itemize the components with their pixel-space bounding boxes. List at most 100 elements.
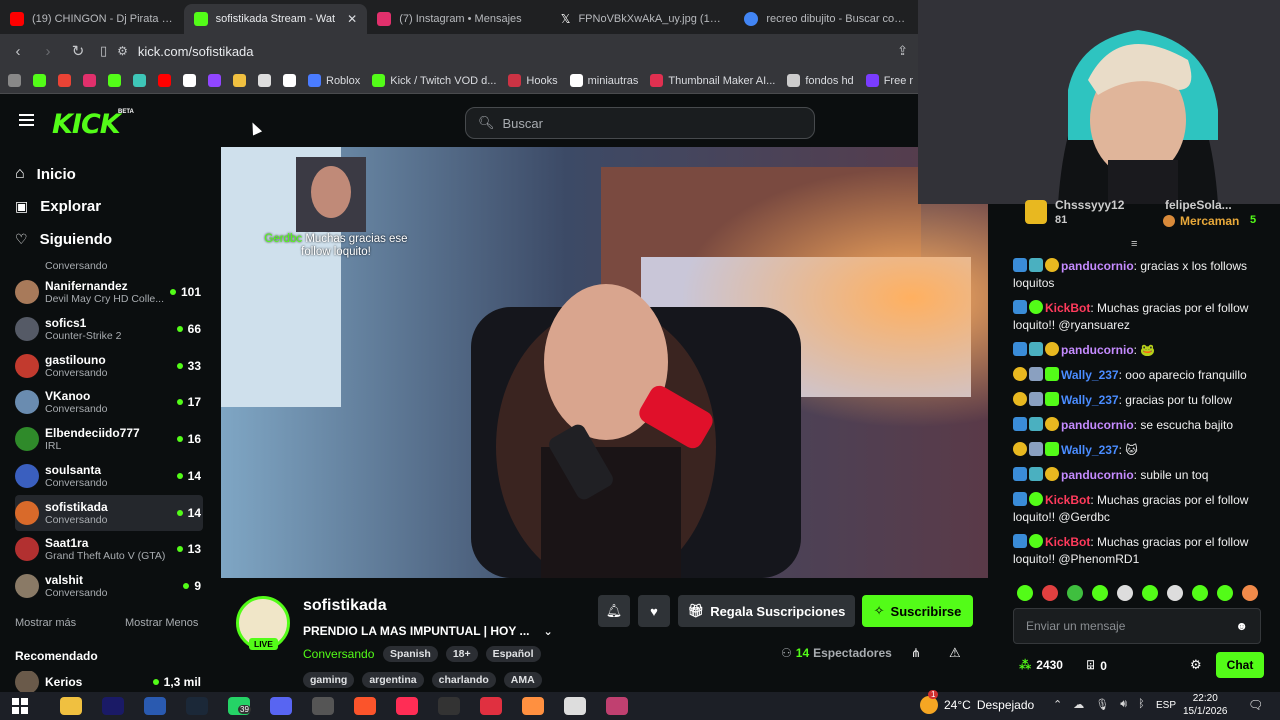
emote-icon[interactable] xyxy=(1242,585,1258,601)
bookmark-icon[interactable]: ▯ xyxy=(100,43,107,59)
browser-tab[interactable]: 𝕏FPNoVBkXwAkA_uy.jpg (1080×7 xyxy=(551,4,735,34)
tag[interactable]: argentina xyxy=(362,672,424,688)
bookmark-item[interactable]: Free r xyxy=(865,74,913,87)
chat-username[interactable]: panducornio xyxy=(1061,418,1134,432)
photoshop-icon[interactable] xyxy=(144,697,166,715)
bookmark-item[interactable]: miniautras xyxy=(569,74,638,87)
nav-inicio[interactable]: ⌂ Inicio xyxy=(15,165,76,183)
bookmark-item[interactable]: Kick / Twitch VOD d... xyxy=(372,74,496,87)
emote-icon[interactable] xyxy=(1067,585,1083,601)
browser-tab[interactable]: recreo dibujito - Buscar con Go xyxy=(734,4,918,34)
sidebar-channel-sofistikada[interactable]: sofistikada Conversando 14 xyxy=(15,494,203,531)
tiktok-icon[interactable] xyxy=(396,697,418,715)
subscribe-button[interactable]: ✧ Suscribirse xyxy=(862,595,973,627)
notify-button[interactable]: 🔔︎ xyxy=(598,595,630,627)
emote-icon[interactable] xyxy=(1017,585,1033,601)
sidebar-channel-nanifernandez[interactable]: Nanifernandez Devil May Cry HD Colle... 10… xyxy=(15,274,203,310)
chat-settings-icon[interactable]: ⚙ xyxy=(1190,657,1202,673)
bookmark-item[interactable] xyxy=(158,74,171,87)
whatsapp-icon[interactable]: 39 xyxy=(228,697,251,715)
tray-icons[interactable]: ⌃ ☁ 🎙︎ 🔊︎ ᛒ xyxy=(1053,698,1145,711)
clock[interactable]: 22:20 15/1/2026 xyxy=(1183,692,1228,718)
nav-explorar[interactable]: ▣ Explorar xyxy=(15,198,101,215)
chat-button[interactable]: Chat xyxy=(1216,652,1264,678)
bookmark-item[interactable] xyxy=(83,74,96,87)
report-icon[interactable]: ⚠ xyxy=(949,645,961,661)
bookmark-item[interactable] xyxy=(33,74,46,87)
app-icon[interactable] xyxy=(606,697,628,715)
forward-icon[interactable]: › xyxy=(40,43,56,60)
category-link[interactable]: Conversando xyxy=(303,647,374,661)
browser-tab[interactable]: (19) CHINGON - Dj Pirata & Tom xyxy=(0,4,184,34)
game-icon[interactable] xyxy=(522,697,544,715)
emote-icon[interactable] xyxy=(1042,585,1058,601)
reload-icon[interactable]: ↻ xyxy=(70,42,86,60)
url-field[interactable]: ▯ ⚙ kick.com/sofistikada xyxy=(100,43,883,59)
emoji-icon[interactable]: ☻ xyxy=(1235,619,1248,633)
nav-siguiendo[interactable]: ♡ Siguiendo xyxy=(15,231,112,248)
menu-icon[interactable] xyxy=(19,114,34,126)
emote-icon[interactable] xyxy=(1142,585,1158,601)
settings-icon[interactable] xyxy=(564,697,586,715)
weather-widget[interactable]: 1 24°C Despejado xyxy=(920,690,1034,714)
share-icon[interactable]: ⋔ xyxy=(911,646,921,660)
bookmark-item[interactable]: Roblox xyxy=(308,74,360,87)
emote-icon[interactable] xyxy=(1167,585,1183,601)
collapse-icon[interactable]: ≡ xyxy=(1131,238,1137,250)
sidebar-channel-sofics1[interactable]: sofics1 Counter-Strike 2 66 xyxy=(15,311,203,347)
bookmark-item[interactable] xyxy=(183,74,196,87)
chat-username[interactable]: Wally_237 xyxy=(1061,368,1119,382)
back-icon[interactable]: ‹ xyxy=(10,43,26,60)
video-player[interactable]: Gerdbc Muchas gracias ese follow loquito… xyxy=(221,147,988,578)
app-icon[interactable] xyxy=(312,697,334,715)
emote-icon[interactable] xyxy=(1092,585,1108,601)
chat-username[interactable]: panducornio xyxy=(1061,259,1134,273)
obs-icon[interactable] xyxy=(438,697,460,715)
chat-input[interactable]: Enviar un mensaje ☻ xyxy=(1013,608,1261,644)
bookmark-item[interactable] xyxy=(258,74,271,87)
show-more-link[interactable]: Mostrar más xyxy=(15,617,76,629)
chevron-down-icon[interactable]: ⌄ xyxy=(543,625,552,638)
chat-username[interactable]: panducornio xyxy=(1061,468,1134,482)
sidebar-channel-saat1ra[interactable]: Saat1ra Grand Theft Auto V (GTA) 13 xyxy=(15,531,203,567)
explorer-icon[interactable] xyxy=(60,697,82,715)
chat-username[interactable]: Wally_237 xyxy=(1061,443,1119,457)
share-icon[interactable]: ⇪ xyxy=(897,43,908,59)
start-icon[interactable] xyxy=(12,698,28,714)
sidebar-channel-vkanoo[interactable]: VKanoo Conversando 17 xyxy=(15,384,203,420)
browser-tab[interactable]: (7) Instagram • Mensajes xyxy=(367,4,551,34)
bookmark-item[interactable] xyxy=(8,74,21,87)
chat-username[interactable]: KickBot xyxy=(1045,493,1090,507)
bookmark-item[interactable] xyxy=(208,74,221,87)
close-tab-icon[interactable]: ✕ xyxy=(347,12,357,26)
sidebar-channel-soulsanta[interactable]: soulsanta Conversando 14 xyxy=(15,458,203,494)
channel-name[interactable]: sofistikada xyxy=(303,597,387,615)
chat-username[interactable]: Wally_237 xyxy=(1061,393,1119,407)
chat-username[interactable]: KickBot xyxy=(1045,301,1090,315)
bookmark-item[interactable] xyxy=(58,74,71,87)
search-input[interactable]: 🔍︎ Buscar xyxy=(465,107,815,139)
gifts-display[interactable]: ⌹ 0 xyxy=(1087,658,1107,673)
site-info-icon[interactable]: ⚙ xyxy=(117,44,128,58)
capcut-icon[interactable] xyxy=(480,697,502,715)
show-less-link[interactable]: Mostrar Menos xyxy=(125,617,198,629)
steam-icon[interactable] xyxy=(186,697,208,715)
sidebar-channel-elbendeciido777[interactable]: Elbendeciido777 IRL 16 xyxy=(15,421,203,457)
tag[interactable]: charlando xyxy=(431,672,496,688)
discord-icon[interactable] xyxy=(270,697,292,715)
kick-logo[interactable]: KICK xyxy=(52,109,121,140)
bookmark-item[interactable]: fondos hd xyxy=(787,74,854,87)
bookmark-item[interactable] xyxy=(133,74,146,87)
gift-subs-button[interactable]: 🎁︎ Regala Suscripciones xyxy=(678,595,855,627)
bookmark-item[interactable]: Thumbnail Maker AI... xyxy=(650,74,775,87)
language-indicator[interactable]: ESP xyxy=(1156,700,1176,711)
sidebar-channel-valshit[interactable]: valshit Conversando 9 xyxy=(15,568,203,604)
premiere-icon[interactable] xyxy=(102,697,124,715)
bookmark-item[interactable] xyxy=(108,74,121,87)
bookmark-item[interactable]: Hooks xyxy=(508,74,558,87)
bookmark-item[interactable] xyxy=(233,74,246,87)
tag[interactable]: gaming xyxy=(303,672,355,688)
chat-username[interactable]: panducornio xyxy=(1061,343,1134,357)
emote-icon[interactable] xyxy=(1117,585,1133,601)
notifications-icon[interactable]: 🗨︎ xyxy=(1248,698,1263,712)
